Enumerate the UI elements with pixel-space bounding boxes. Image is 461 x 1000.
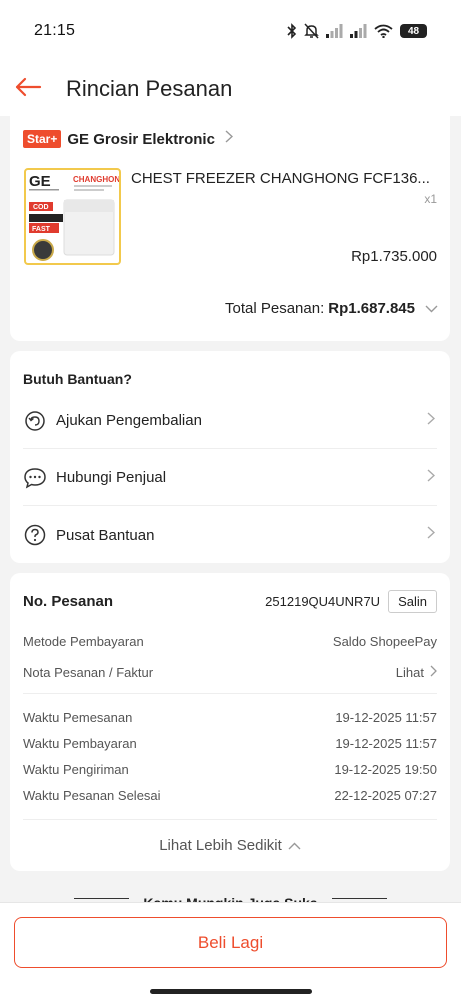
time-row: Waktu Pemesanan 19-12-2025 11:57 <box>23 710 437 725</box>
time-label: Waktu Pengiriman <box>23 762 129 777</box>
help-icon <box>23 523 47 547</box>
chevron-right-icon <box>225 130 233 148</box>
order-product-card: Star+ GE Grosir Elektronic GE CHANGHONG … <box>10 116 450 341</box>
help-card: Butuh Bantuan? Ajukan Pengembalian Hubun… <box>10 351 450 563</box>
chevron-right-icon <box>427 411 436 430</box>
thumb-brand: CHANGHONG <box>73 175 119 184</box>
time-label: Waktu Pesanan Selesai <box>23 788 161 803</box>
thumb-logo: GE <box>29 173 51 190</box>
status-time: 21:15 <box>34 22 76 39</box>
chevron-right-icon <box>427 526 436 544</box>
chevron-right-icon <box>424 665 437 680</box>
chevron-up-icon <box>282 837 301 854</box>
time-label: Waktu Pemesanan <box>23 710 133 725</box>
help-item-help-center[interactable]: Pusat Bantuan <box>23 507 437 563</box>
signal-icon <box>350 24 367 38</box>
time-value: 19-12-2025 11:57 <box>335 710 437 725</box>
divider <box>74 897 130 899</box>
time-row: Waktu Pesanan Selesai 22-12-2025 07:27 <box>23 788 437 803</box>
thumb-fast: FAST <box>32 226 51 233</box>
status-icons: 48 <box>287 23 427 39</box>
divider <box>23 693 437 694</box>
divider <box>23 819 437 820</box>
time-label: Waktu Pembayaran <box>23 736 137 751</box>
payment-method-label: Metode Pembayaran <box>23 634 144 649</box>
time-value: 19-12-2025 11:57 <box>335 736 437 751</box>
app-bar: Rincian Pesanan <box>0 62 461 116</box>
bell-off-icon <box>304 23 319 39</box>
invoice-row[interactable]: Nota Pesanan / Faktur Lihat <box>23 665 437 680</box>
divider <box>331 897 387 899</box>
show-less-button[interactable]: Lihat Lebih Sedikit <box>10 837 450 854</box>
help-title: Butuh Bantuan? <box>23 371 132 387</box>
status-bar: 21:15 48 <box>0 0 461 62</box>
help-item-label: Pusat Bantuan <box>56 526 155 544</box>
chevron-down-icon <box>415 300 438 317</box>
shop-name: GE Grosir Elektronic <box>67 130 215 148</box>
chat-icon <box>23 466 47 490</box>
product-price: Rp1.735.000 <box>351 248 437 265</box>
total-label: Total Pesanan: <box>225 300 325 317</box>
bluetooth-icon <box>287 23 297 39</box>
time-row: Waktu Pengiriman 19-12-2025 19:50 <box>23 762 437 777</box>
signal-icon <box>326 24 343 38</box>
payment-method-row: Metode Pembayaran Saldo ShopeePay <box>23 634 437 649</box>
help-item-label: Ajukan Pengembalian <box>56 412 202 429</box>
help-item-chat[interactable]: Hubungi Penjual <box>23 450 437 506</box>
time-row: Waktu Pembayaran 19-12-2025 11:57 <box>23 736 437 751</box>
order-number-value-wrap: 251219QU4UNR7U Salin <box>265 590 437 613</box>
payment-method-value: Saldo ShopeePay <box>332 634 437 649</box>
product-name[interactable]: CHEST FREEZER CHANGHONG FCF136... <box>131 170 441 187</box>
help-item-label: Hubungi Penjual <box>56 469 167 486</box>
total-row[interactable]: Total Pesanan: Rp1.687.845 <box>225 300 438 317</box>
return-icon <box>23 409 47 433</box>
page-title: Rincian Pesanan <box>66 76 233 101</box>
star-plus-badge: Star+ <box>23 130 62 148</box>
product-thumbnail[interactable]: GE CHANGHONG COD FAST <box>24 168 121 265</box>
invoice-link[interactable]: Lihat <box>396 665 437 680</box>
invoice-link-label: Lihat <box>395 665 424 680</box>
back-button[interactable] <box>0 62 56 116</box>
time-value: 19-12-2025 19:50 <box>334 762 437 777</box>
bottom-bar: Beli Lagi <box>0 902 461 1000</box>
thumb-cod: COD <box>33 204 49 211</box>
show-less-label: Lihat Lebih Sedikit <box>159 837 282 854</box>
chevron-right-icon <box>427 468 436 487</box>
home-indicator[interactable] <box>150 989 312 994</box>
time-value: 22-12-2025 07:27 <box>334 788 437 803</box>
copy-button[interactable]: Salin <box>388 590 437 613</box>
order-number-label: No. Pesanan <box>23 593 114 610</box>
order-info-card: No. Pesanan 251219QU4UNR7U Salin Metode … <box>10 573 450 871</box>
invoice-label: Nota Pesanan / Faktur <box>23 665 154 680</box>
shop-row[interactable]: Star+ GE Grosir Elektronic <box>23 130 233 148</box>
product-qty: x1 <box>424 192 437 206</box>
arrow-left-icon <box>14 77 42 102</box>
order-number-row: No. Pesanan 251219QU4UNR7U Salin <box>23 590 437 613</box>
battery-icon: 48 <box>400 24 427 38</box>
buy-again-button[interactable]: Beli Lagi <box>14 917 447 968</box>
help-item-return[interactable]: Ajukan Pengembalian <box>23 393 437 449</box>
wifi-icon <box>374 24 393 38</box>
total-amount: Rp1.687.845 <box>328 300 415 317</box>
order-number-value: 251219QU4UNR7U <box>265 594 381 609</box>
